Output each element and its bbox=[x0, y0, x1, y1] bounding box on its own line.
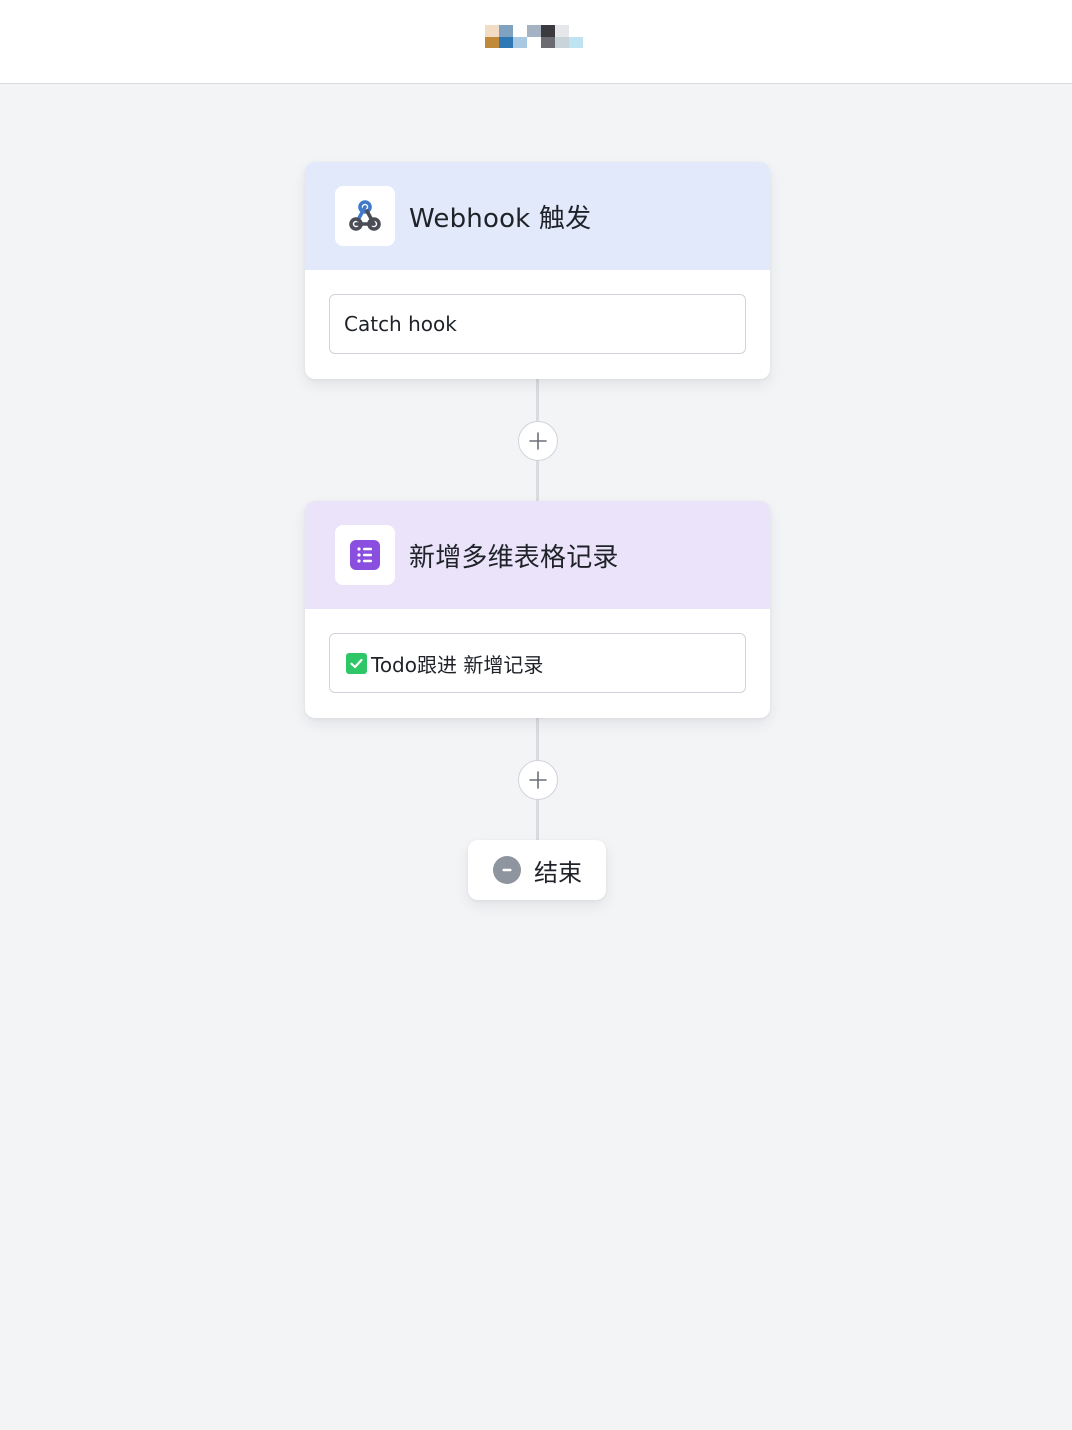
node-body: Todo跟进 新增记录 bbox=[305, 609, 770, 693]
node-title: Webhook 触发 bbox=[409, 203, 592, 234]
logo-pixel bbox=[541, 36, 555, 48]
minus-circle-icon bbox=[493, 856, 521, 884]
add-step-button[interactable] bbox=[518, 760, 558, 800]
end-node[interactable]: 结束 bbox=[468, 840, 606, 900]
add-step-button[interactable] bbox=[518, 421, 558, 461]
flow-canvas: Webhook 触发 Catch hook 新增多维表格记录 Todo跟进 新增… bbox=[0, 84, 1072, 1430]
logo-pixel bbox=[513, 36, 527, 48]
logo-pixel bbox=[569, 36, 583, 48]
plus-icon bbox=[529, 432, 547, 450]
logo-pixel bbox=[555, 25, 569, 37]
check-icon bbox=[346, 652, 367, 674]
step-label: Catch hook bbox=[344, 312, 457, 336]
bitable-icon bbox=[335, 525, 395, 585]
plus-icon bbox=[529, 771, 547, 789]
blurred-logo bbox=[485, 25, 583, 48]
logo-pixel bbox=[541, 25, 555, 37]
logo-pixel bbox=[569, 25, 583, 37]
logo-pixel bbox=[513, 25, 527, 37]
add-record-node[interactable]: 新增多维表格记录 Todo跟进 新增记录 bbox=[305, 501, 770, 718]
logo-pixel bbox=[499, 25, 513, 37]
end-label: 结束 bbox=[534, 858, 582, 887]
logo-pixel bbox=[555, 36, 569, 48]
logo-pixel bbox=[527, 25, 541, 37]
node-header: 新增多维表格记录 bbox=[305, 501, 770, 609]
top-bar bbox=[0, 0, 1072, 84]
step-label: Todo跟进 新增记录 bbox=[371, 652, 544, 677]
webhook-trigger-node[interactable]: Webhook 触发 Catch hook bbox=[305, 162, 770, 379]
add-record-step[interactable]: Todo跟进 新增记录 bbox=[329, 633, 746, 693]
logo-pixel bbox=[485, 36, 499, 48]
catch-hook-step[interactable]: Catch hook bbox=[329, 294, 746, 354]
logo-pixel bbox=[527, 36, 541, 48]
node-title: 新增多维表格记录 bbox=[409, 542, 619, 573]
webhook-icon bbox=[335, 186, 395, 246]
logo-pixel bbox=[499, 36, 513, 48]
logo-pixel bbox=[485, 25, 499, 37]
node-header: Webhook 触发 bbox=[305, 162, 770, 270]
node-body: Catch hook bbox=[305, 270, 770, 354]
